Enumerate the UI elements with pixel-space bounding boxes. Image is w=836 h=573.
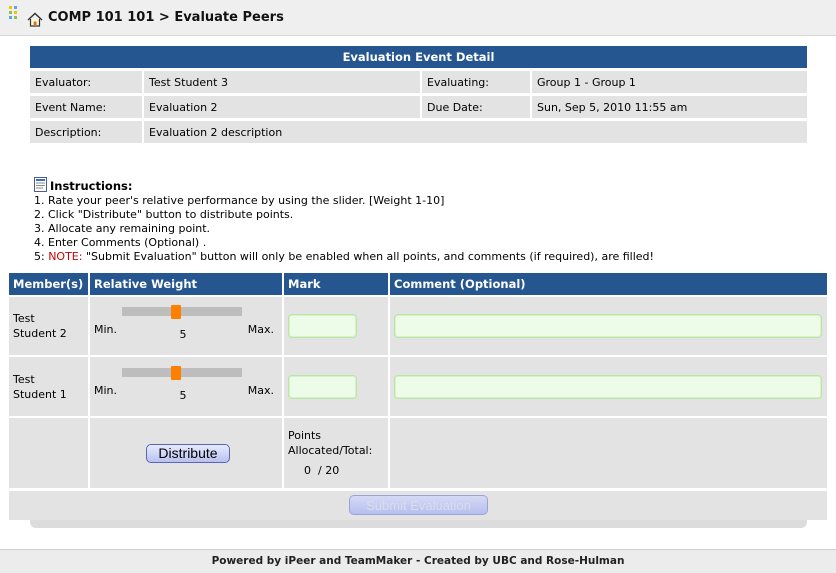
member-row: Test Student 2 Min. 5 Max. xyxy=(9,295,827,356)
submit-row: Submit Evaluation xyxy=(9,491,827,520)
distribute-row: Distribute Points Allocated/Total: 0 / 2… xyxy=(9,416,827,488)
member-row: Test Student 1 Min. 5 Max. xyxy=(9,355,827,417)
member-name-line1: Test xyxy=(13,372,35,386)
footer: Powered by iPeer and TeamMaker - Created… xyxy=(0,549,836,573)
member-name: Test Student 2 xyxy=(9,295,90,356)
home-icon[interactable] xyxy=(27,12,43,27)
instructions-heading: Instructions: xyxy=(50,179,133,193)
comment-header: Comment (Optional) xyxy=(389,273,827,296)
top-bar: COMP 101 101 > Evaluate Peers xyxy=(0,0,836,36)
instruction-step-1: 1. Rate your peer's relative performance… xyxy=(34,194,445,207)
content-bottom-edge xyxy=(30,520,807,528)
step-5-prefix: 5: xyxy=(34,250,49,263)
instructions: Instructions: 1. Rate your peer's relati… xyxy=(34,177,654,264)
evaluator-value: Test Student 3 xyxy=(144,71,422,93)
points-separator: / xyxy=(318,464,322,477)
description-value: Evaluation 2 description xyxy=(144,121,807,143)
evaluation-table: Member(s) Relative Weight Mark Comment (… xyxy=(9,273,827,488)
slider-thumb[interactable] xyxy=(171,305,182,319)
points-label-line2: Allocated/Total: xyxy=(288,444,373,457)
slider-max-label: Max. xyxy=(247,383,274,397)
evaluating-value: Group 1 - Group 1 xyxy=(532,71,807,93)
mark-input[interactable] xyxy=(288,374,357,399)
document-icon xyxy=(34,177,47,192)
member-name-line1: Test xyxy=(13,312,35,325)
evaluator-label: Evaluator: xyxy=(30,71,144,93)
submit-evaluation-button[interactable]: Submit Evaluation xyxy=(349,495,488,515)
event-name-label: Event Name: xyxy=(30,96,144,118)
points-summary: Points Allocated/Total: 0 / 20 xyxy=(283,416,390,488)
event-name-value: Evaluation 2 xyxy=(144,96,422,118)
due-date-label: Due Date: xyxy=(422,96,532,118)
relative-weight-header: Relative Weight xyxy=(89,273,284,296)
points-allocated: 0 xyxy=(304,464,311,477)
slider-min-label: Min. xyxy=(94,383,118,397)
step-5-text: "Submit Evaluation" button will only be … xyxy=(82,250,654,263)
member-name-line2: Student 2 xyxy=(13,327,67,340)
slider-value: 5 xyxy=(179,328,187,341)
instruction-step-3: 3. Allocate any remaining point. xyxy=(34,222,211,235)
points-label-line1: Points xyxy=(288,429,322,442)
weight-slider[interactable]: Min. 5 Max. xyxy=(90,297,282,355)
members-header: Member(s) xyxy=(9,273,90,296)
description-label: Description: xyxy=(30,121,144,143)
points-total-value: 20 xyxy=(325,464,340,477)
slider-min-label: Min. xyxy=(94,323,118,336)
comment-input[interactable] xyxy=(394,314,822,338)
weight-slider[interactable]: Min. 5 Max. xyxy=(90,358,282,416)
slider-track[interactable] xyxy=(122,367,242,377)
member-name: Test Student 1 xyxy=(9,355,90,417)
note-label: NOTE: xyxy=(48,250,83,263)
breadcrumb: COMP 101 101 > Evaluate Peers xyxy=(48,10,284,25)
evaluating-label: Evaluating: xyxy=(422,71,532,93)
slider-track[interactable] xyxy=(122,307,242,316)
slider-thumb[interactable] xyxy=(171,365,182,380)
due-date-value: Sun, Sep 5, 2010 11:55 am xyxy=(532,96,807,118)
mark-input[interactable] xyxy=(288,314,357,338)
instruction-step-4: 4. Enter Comments (Optional) . xyxy=(34,236,207,249)
event-detail-table: Evaluation Event Detail Evaluator: Test … xyxy=(30,43,807,146)
distribute-button[interactable]: Distribute xyxy=(146,443,230,463)
slider-max-label: Max. xyxy=(247,323,274,336)
event-detail-title: Evaluation Event Detail xyxy=(30,46,807,68)
mark-header: Mark xyxy=(283,273,390,296)
instruction-step-5: 5: NOTE: "Submit Evaluation" button will… xyxy=(34,250,654,264)
slider-value: 5 xyxy=(179,388,187,402)
app-grid-icon xyxy=(9,6,19,22)
instruction-step-2: 2. Click "Distribute" button to distribu… xyxy=(34,208,294,221)
points-total: 0 / 20 xyxy=(288,458,388,478)
member-name-line2: Student 1 xyxy=(13,387,67,401)
comment-input[interactable] xyxy=(394,374,822,399)
